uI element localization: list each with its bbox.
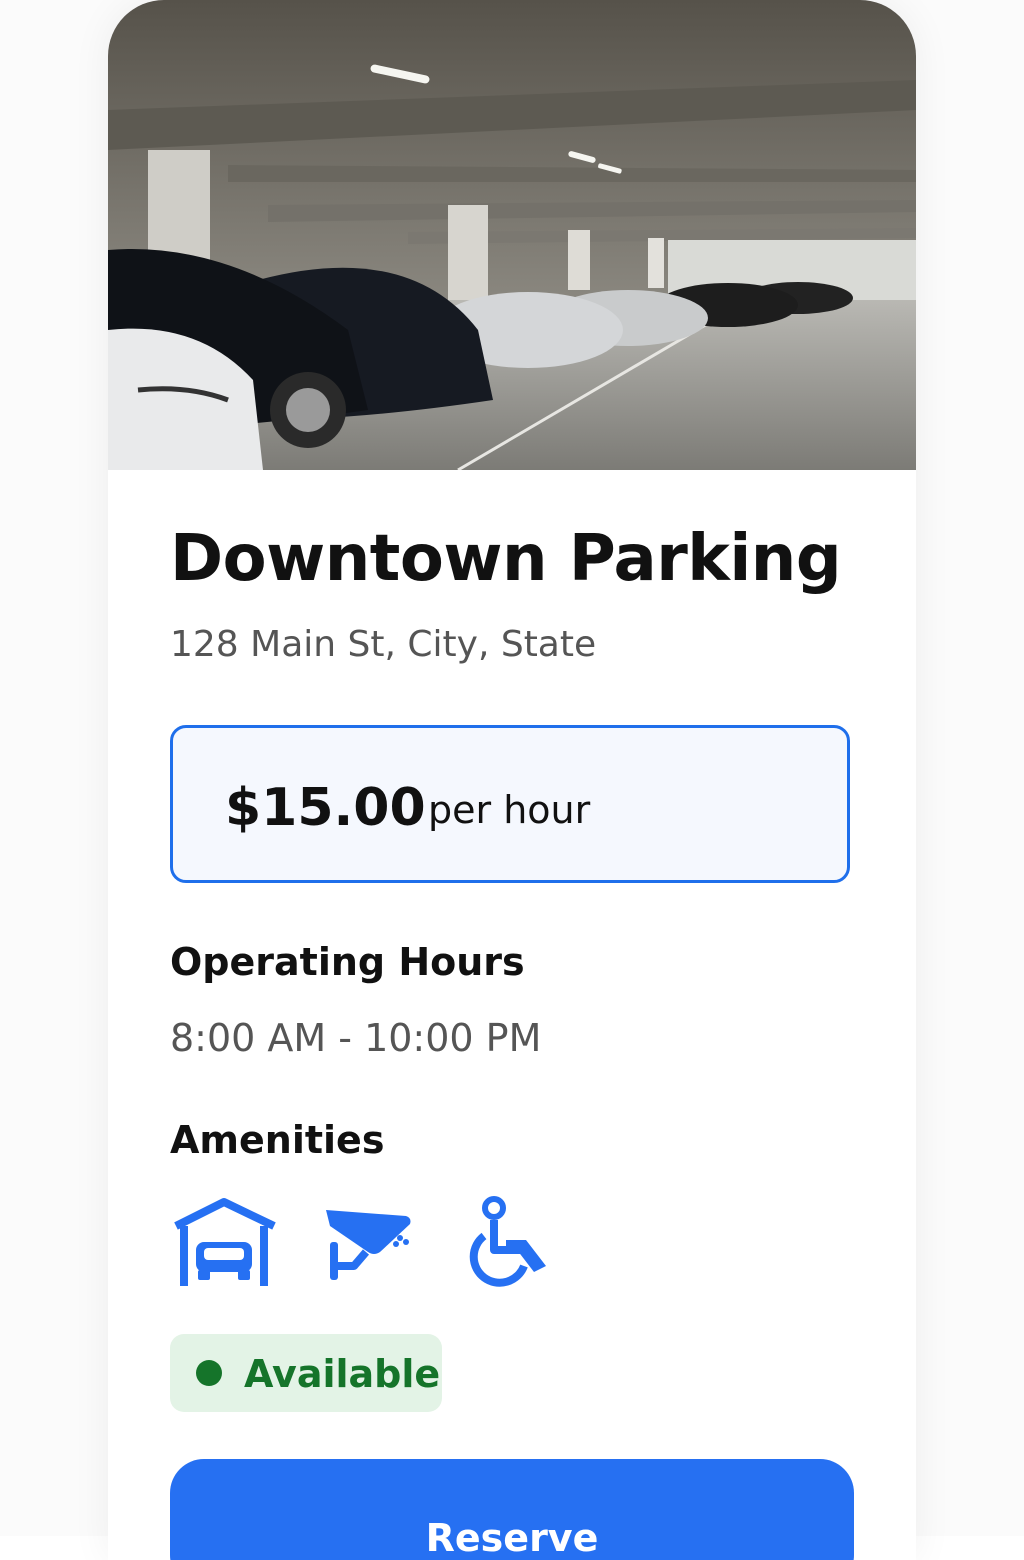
availability-label: Available xyxy=(244,1352,441,1396)
amenities-heading: Amenities xyxy=(170,1118,385,1162)
security-camera-icon xyxy=(320,1196,430,1290)
parking-detail-card: Downtown Parking 128 Main St, City, Stat… xyxy=(108,0,916,1560)
wheelchair-accessible-icon xyxy=(468,1196,578,1290)
price-card: $15.00 per hour xyxy=(170,725,850,883)
availability-badge: Available xyxy=(170,1334,442,1412)
price-unit: per hour xyxy=(428,788,591,832)
price-amount: $15.00 xyxy=(225,778,426,838)
parking-lot-title: Downtown Parking xyxy=(170,522,842,596)
reserve-button[interactable]: Reserve xyxy=(170,1459,854,1560)
operating-hours-heading: Operating Hours xyxy=(170,940,525,984)
covered-parking-icon xyxy=(170,1196,280,1290)
operating-hours-value: 8:00 AM - 10:00 PM xyxy=(170,1016,542,1060)
parking-lot-address: 128 Main St, City, State xyxy=(170,624,597,665)
parking-garage-photo xyxy=(108,0,916,470)
status-dot-icon xyxy=(196,1360,222,1386)
